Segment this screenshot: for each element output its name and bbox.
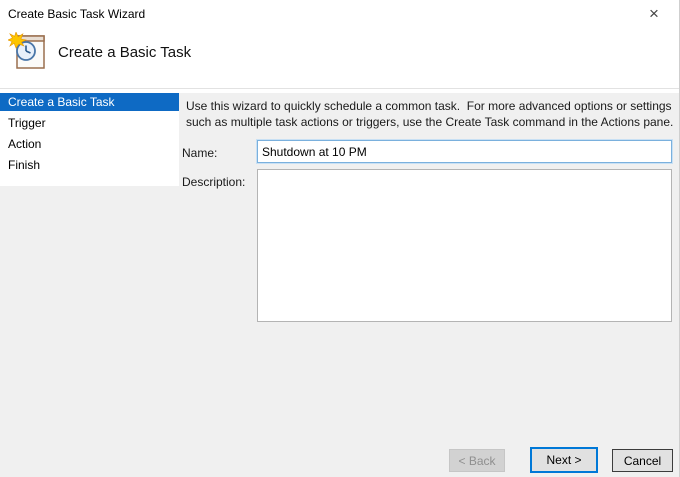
name-label: Name: [182, 146, 218, 160]
instructions-line-2: such as multiple task actions or trigger… [186, 115, 674, 129]
sidebar-item-create-a-basic-task[interactable]: Create a Basic Task [0, 93, 179, 111]
sidebar-item-action[interactable]: Action [0, 135, 179, 153]
back-button[interactable]: < Back [449, 449, 505, 472]
close-icon[interactable]: × [639, 1, 669, 27]
sidebar-item-finish[interactable]: Finish [0, 156, 179, 174]
cancel-button[interactable]: Cancel [612, 449, 673, 472]
description-input[interactable] [257, 169, 672, 322]
page-title: Create a Basic Task [58, 44, 192, 61]
next-button[interactable]: Next > [530, 447, 598, 473]
title-bar: Create Basic Task Wizard × [0, 0, 679, 30]
create-basic-task-wizard-window: Create Basic Task Wizard × Create a Basi… [0, 0, 680, 477]
task-wizard-icon [7, 31, 50, 72]
name-input[interactable] [256, 139, 673, 164]
wizard-instructions: Use this wizard to quickly schedule a co… [180, 93, 679, 134]
description-label: Description: [182, 175, 246, 189]
window-title: Create Basic Task Wizard [8, 7, 146, 21]
sidebar-item-trigger[interactable]: Trigger [0, 114, 179, 132]
instructions-line-1: Use this wizard to quickly schedule a co… [186, 99, 672, 113]
wizard-steps-sidebar: Create a Basic Task Trigger Action Finis… [0, 89, 179, 186]
